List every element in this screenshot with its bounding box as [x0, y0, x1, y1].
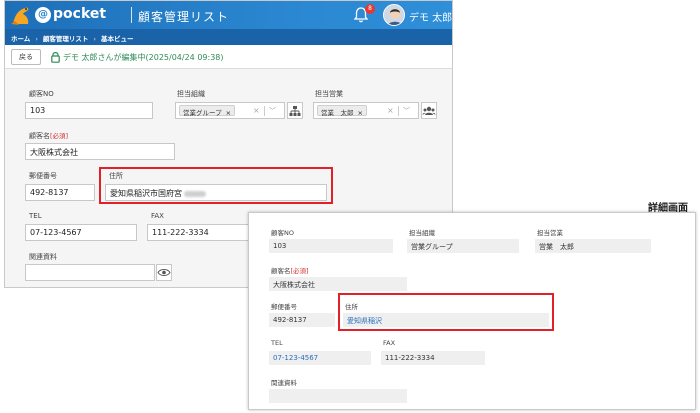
postal-label: 郵便番号: [29, 172, 57, 180]
users-icon: [422, 106, 436, 115]
org-tree-button[interactable]: [287, 102, 303, 119]
breadcrumb-home[interactable]: ホーム: [11, 35, 30, 43]
postal-input[interactable]: 492-8137: [25, 184, 95, 201]
related-view-button[interactable]: [156, 264, 172, 281]
tel-label: TEL: [29, 212, 42, 220]
related-label: 関連資料: [29, 253, 57, 261]
detail-related-value: [269, 389, 407, 403]
brand-name[interactable]: @ pocket: [35, 6, 106, 23]
detail-tel-label: TEL: [271, 339, 283, 347]
kangaroo-logo-icon: [11, 7, 29, 25]
address-highlight-box: [99, 167, 333, 204]
user-name[interactable]: デモ 太郎: [409, 9, 452, 24]
customer-no-input[interactable]: 103: [25, 102, 153, 119]
detail-customer-name-label: 顧客名[必須]: [271, 267, 309, 275]
detail-address-highlight-box: [338, 293, 554, 331]
org-chip: 営業グループ ×: [179, 105, 236, 117]
detail-tel-link[interactable]: 07-123-4567: [269, 351, 371, 365]
top-bar: @ pocket 顧客管理リスト 8 デモ 太郎: [5, 1, 452, 29]
breadcrumb: ホーム › 顧客管理リスト › 基本ビュー: [5, 29, 452, 45]
select-divider: [264, 106, 265, 116]
chevron-down-icon[interactable]: ﹀: [403, 106, 410, 116]
customer-name-label: 顧客名[必須]: [29, 132, 69, 140]
detail-org-label: 担当組織: [409, 229, 435, 237]
eye-icon: [157, 269, 171, 276]
detail-customer-no-label: 顧客NO: [271, 229, 294, 237]
chevron-down-icon[interactable]: ﹀: [269, 106, 276, 116]
detail-customer-name-value: 大阪株式会社: [269, 277, 407, 291]
detail-fax-label: FAX: [383, 339, 396, 347]
customer-name-input[interactable]: 大阪株式会社: [25, 143, 175, 160]
detail-postal-value: 492-8137: [269, 313, 335, 327]
detail-org-value: 営業グループ: [407, 239, 519, 253]
sales-users-button[interactable]: [421, 102, 437, 119]
org-chart-icon: [289, 106, 301, 116]
detail-postal-label: 郵便番号: [271, 303, 297, 311]
detail-fax-value: 111-222-3334: [381, 351, 485, 365]
detail-related-label: 関連資料: [271, 379, 297, 387]
detail-window: 顧客NO 103 担当組織 営業グループ 担当営業 営業 太郎 顧客名[必須] …: [248, 212, 696, 410]
detail-sales-label: 担当営業: [537, 229, 563, 237]
customer-no-label: 顧客NO: [29, 90, 54, 98]
org-label: 担当組織: [177, 90, 205, 98]
notification-badge: 8: [365, 4, 375, 14]
required-mark: [必須]: [290, 267, 309, 275]
chip-remove-icon[interactable]: ×: [226, 109, 231, 117]
back-button[interactable]: 戻る: [11, 49, 41, 65]
org-select[interactable]: 営業グループ × × ﹀: [175, 102, 285, 119]
user-photo-icon: [384, 5, 404, 25]
detail-customer-no-value: 103: [269, 239, 393, 253]
action-bar: 戻る デモ 太郎さんが編集中(2025/04/24 09:38): [5, 45, 452, 69]
detail-sales-value: 営業 太郎: [535, 239, 651, 253]
breadcrumb-chevron-icon: ›: [35, 35, 38, 43]
related-input[interactable]: [25, 264, 155, 281]
fax-input[interactable]: 111-222-3334: [147, 224, 253, 241]
clear-icon[interactable]: ×: [253, 106, 260, 115]
app-title: 顧客管理リスト: [138, 10, 230, 24]
editing-lock-message: デモ 太郎さんが編集中(2025/04/24 09:38): [63, 53, 224, 62]
clear-icon[interactable]: ×: [387, 106, 394, 115]
breadcrumb-list[interactable]: 顧客管理リスト: [43, 35, 89, 43]
tel-input[interactable]: 07-123-4567: [25, 224, 137, 241]
chip-remove-icon[interactable]: ×: [358, 109, 363, 117]
sales-chip: 営業 太郎 ×: [317, 105, 367, 117]
header-divider: [131, 7, 132, 23]
avatar[interactable]: [383, 4, 405, 26]
breadcrumb-chevron-icon: ›: [93, 35, 97, 43]
sales-label: 担当営業: [315, 90, 343, 98]
fax-label: FAX: [151, 212, 164, 220]
lock-icon: [51, 52, 60, 63]
breadcrumb-view[interactable]: 基本ビュー: [101, 35, 134, 43]
select-divider: [398, 106, 399, 116]
required-mark: [必須]: [50, 132, 69, 140]
sales-select[interactable]: 営業 太郎 × × ﹀: [313, 102, 419, 119]
brand-at-icon: @: [35, 7, 51, 23]
